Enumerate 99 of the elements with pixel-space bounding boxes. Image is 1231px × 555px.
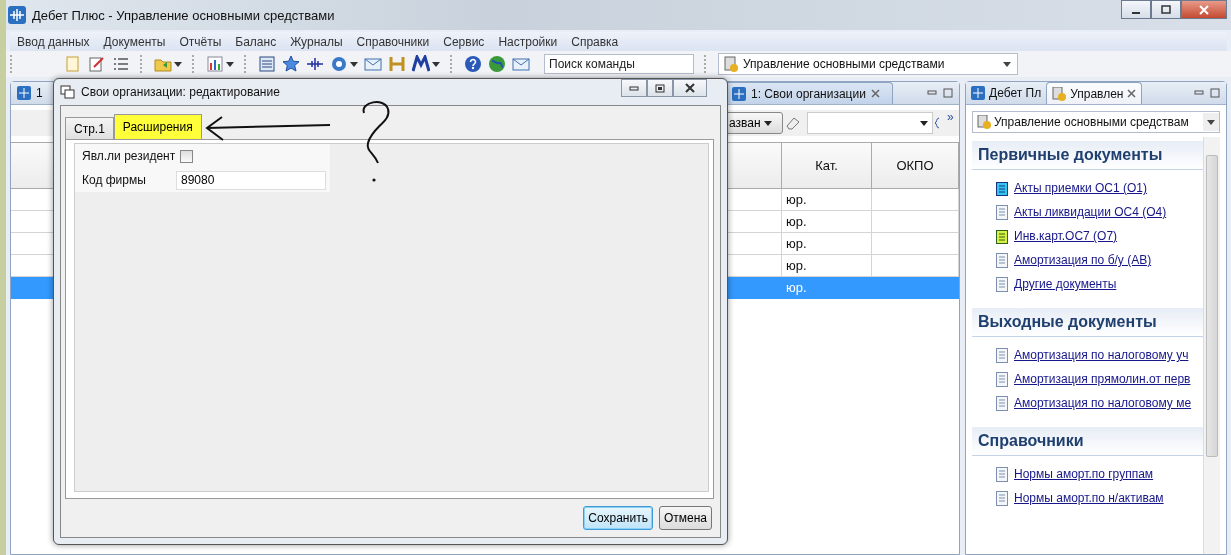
- column-header[interactable]: ОКПО: [872, 142, 959, 189]
- document-icon: [996, 252, 1008, 268]
- save-button[interactable]: Сохранить: [583, 506, 653, 530]
- perspective-dropdown[interactable]: Управление основными средствами: [718, 53, 1018, 75]
- document-link[interactable]: Амортизация по налоговому ме: [1014, 396, 1192, 410]
- minimize-icon[interactable]: [927, 88, 937, 98]
- close-button[interactable]: [673, 79, 707, 97]
- caret-icon[interactable]: [432, 61, 440, 67]
- app-logo-icon: [8, 6, 26, 24]
- caret-icon[interactable]: [350, 61, 358, 67]
- document-link[interactable]: Нормы аморт.по н/активам: [1014, 491, 1164, 505]
- minimize-button[interactable]: [1121, 0, 1151, 19]
- menu-item[interactable]: Документы: [96, 34, 173, 49]
- field-label: Явл.ли резидент: [82, 149, 176, 163]
- document-link[interactable]: Нормы аморт.по группам: [1014, 467, 1154, 481]
- caret-icon[interactable]: [174, 61, 182, 67]
- form-icon[interactable]: [258, 55, 276, 73]
- window-icon: [60, 85, 75, 99]
- document-link[interactable]: Акты приемки ОС1 (О1): [1014, 181, 1147, 195]
- perspective-dropdown[interactable]: Управление основными средствам: [972, 111, 1220, 133]
- dialog-tab[interactable]: Стр.1: [65, 117, 114, 139]
- close-icon: [1198, 4, 1210, 15]
- search-field[interactable]: Поиск команды: [544, 54, 694, 74]
- app-logo-icon: [17, 86, 31, 100]
- eraser-icon[interactable]: [785, 116, 801, 130]
- chart-icon[interactable]: [206, 55, 224, 73]
- letter-icon[interactable]: [412, 55, 430, 73]
- menu-item[interactable]: Отчёты: [172, 34, 229, 49]
- app-logo-icon: [971, 86, 985, 100]
- editor-tab[interactable]: 1: Свои организации: [725, 82, 893, 104]
- document-link[interactable]: Амортизация по налоговому уч: [1014, 348, 1189, 362]
- field-label: Код фирмы: [82, 173, 147, 187]
- dialog-title: Свои организации: редактирование: [81, 85, 280, 99]
- maximize-icon: [1161, 4, 1171, 15]
- document-link[interactable]: Акты ликвидации ОС4 (О4): [1014, 205, 1167, 219]
- menu-item[interactable]: Ввод данных: [10, 34, 97, 49]
- menu-item[interactable]: Настройки: [491, 34, 565, 49]
- dialog-tab[interactable]: Расширения: [113, 114, 202, 139]
- table-cell: юр.: [782, 233, 872, 255]
- scrollbar[interactable]: [1203, 137, 1220, 554]
- minimize-icon: [629, 85, 639, 91]
- document-link[interactable]: Другие документы: [1014, 277, 1117, 291]
- section-heading: Первичные документы: [972, 141, 1203, 170]
- bracket-icon: [935, 117, 940, 129]
- document-icon: [996, 395, 1008, 411]
- maximize-button[interactable]: [1151, 0, 1181, 19]
- minimize-icon[interactable]: [1194, 88, 1204, 98]
- maximize-icon: [655, 83, 665, 93]
- notepad-icon: [996, 228, 1008, 244]
- cancel-button[interactable]: Отмена: [658, 506, 712, 530]
- caret-icon: [1207, 119, 1215, 125]
- document-icon: [996, 276, 1008, 292]
- input-field[interactable]: 89080: [176, 170, 326, 190]
- document-link[interactable]: Амортизация по б/у (АВ): [1014, 253, 1152, 267]
- caret-icon: [763, 120, 772, 126]
- document-icon: [996, 371, 1008, 387]
- document-link[interactable]: Амортизация прямолин.от перв: [1014, 372, 1191, 386]
- menu-item[interactable]: Справочники: [349, 34, 437, 49]
- table-cell: юр.: [782, 211, 872, 233]
- app-logo-icon: [732, 86, 746, 101]
- star-icon[interactable]: [282, 55, 300, 73]
- menu-item[interactable]: Журналы: [283, 34, 350, 49]
- maximize-button[interactable]: [647, 79, 673, 97]
- document-icon: [996, 204, 1008, 220]
- maximize-icon[interactable]: [1210, 88, 1220, 98]
- envelope-icon[interactable]: [364, 55, 382, 73]
- document-icon: [996, 466, 1008, 482]
- close-icon: [684, 83, 696, 93]
- close-icon[interactable]: [1127, 89, 1137, 98]
- checkbox[interactable]: [180, 149, 194, 163]
- section-heading: Выходные документы: [972, 308, 1203, 337]
- document-link[interactable]: Инв.карт.ОС7 (О7): [1014, 229, 1118, 243]
- menu-item[interactable]: Справка: [564, 34, 626, 49]
- minimize-icon: [1132, 12, 1140, 14]
- close-icon[interactable]: [870, 89, 880, 98]
- panel-tab[interactable]: Дебет Пл: [966, 82, 1047, 104]
- notepad-icon: [996, 180, 1008, 196]
- more-chevron[interactable]: »: [947, 110, 963, 124]
- table-cell: юр.: [782, 189, 872, 211]
- edit-icon[interactable]: [88, 55, 106, 73]
- maximize-icon[interactable]: [943, 88, 953, 98]
- panel-tab[interactable]: Управлен: [1046, 82, 1143, 104]
- editor-tab[interactable]: 1: [11, 82, 49, 104]
- menu-item[interactable]: Сервис: [436, 34, 492, 49]
- section-heading: Справочники: [972, 427, 1203, 456]
- help-icon[interactable]: [464, 55, 482, 73]
- filter-dropdown[interactable]: азван: [725, 112, 783, 134]
- menu-item[interactable]: Баланс: [228, 34, 284, 49]
- caret-icon: [1003, 61, 1011, 67]
- table-cell: юр.: [782, 277, 872, 299]
- envelope-icon[interactable]: [512, 55, 530, 73]
- document-icon: [996, 347, 1008, 363]
- crosshair-icon[interactable]: [306, 55, 324, 73]
- list-icon[interactable]: [112, 55, 130, 73]
- window-title: Дебет Плюс - Управление основными средствами: [32, 7, 335, 23]
- document-icon: [996, 490, 1008, 506]
- caret-icon: [920, 120, 928, 126]
- caret-icon[interactable]: [226, 61, 234, 67]
- column-header[interactable]: Кат.: [782, 142, 872, 189]
